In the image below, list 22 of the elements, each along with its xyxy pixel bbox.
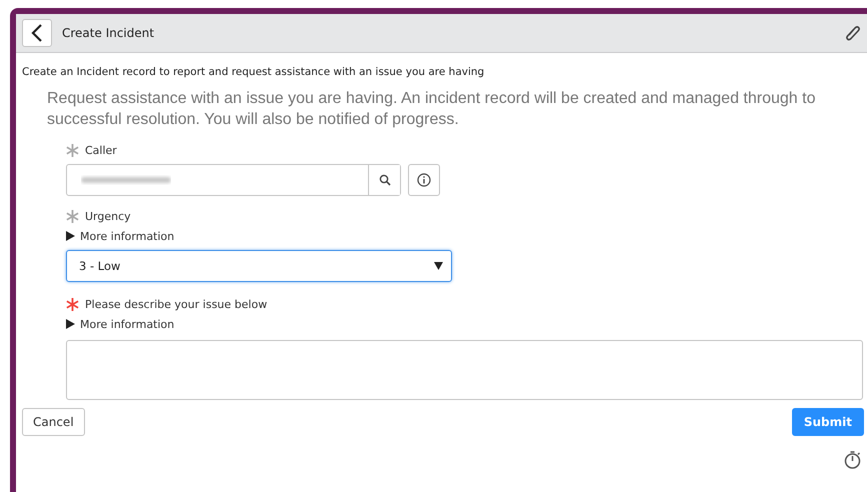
field-label: Caller <box>85 144 117 156</box>
field-label: Urgency <box>85 210 131 222</box>
caller-field[interactable] <box>66 164 401 196</box>
page-title: Create Incident <box>62 26 156 40</box>
back-button[interactable] <box>22 19 52 47</box>
info-button[interactable] <box>408 164 440 196</box>
field-label: Please describe your issue below <box>85 298 268 310</box>
stopwatch-icon[interactable] <box>844 450 862 470</box>
search-button[interactable] <box>368 165 400 195</box>
description-field[interactable] <box>66 340 863 400</box>
paperclip-icon[interactable] <box>845 24 861 42</box>
dropdown-caret-icon <box>434 262 443 270</box>
cancel-button[interactable]: Cancel <box>22 408 85 436</box>
info-icon <box>417 173 431 187</box>
intro-text: Request assistance with an issue you are having. An incident record will be created and managed through to successful resolution. You will also be notified of progress. <box>46 89 816 130</box>
form-subtitle: Create an Incident record to report and request assistance with an issue you are having <box>21 65 486 78</box>
expand-icon <box>66 319 75 329</box>
search-icon <box>378 174 390 186</box>
expand-icon <box>66 231 75 241</box>
urgency-select[interactable]: 3 - Low <box>66 250 452 282</box>
more-information-link[interactable]: More information <box>80 318 174 330</box>
more-information-link[interactable]: More information <box>80 230 174 242</box>
